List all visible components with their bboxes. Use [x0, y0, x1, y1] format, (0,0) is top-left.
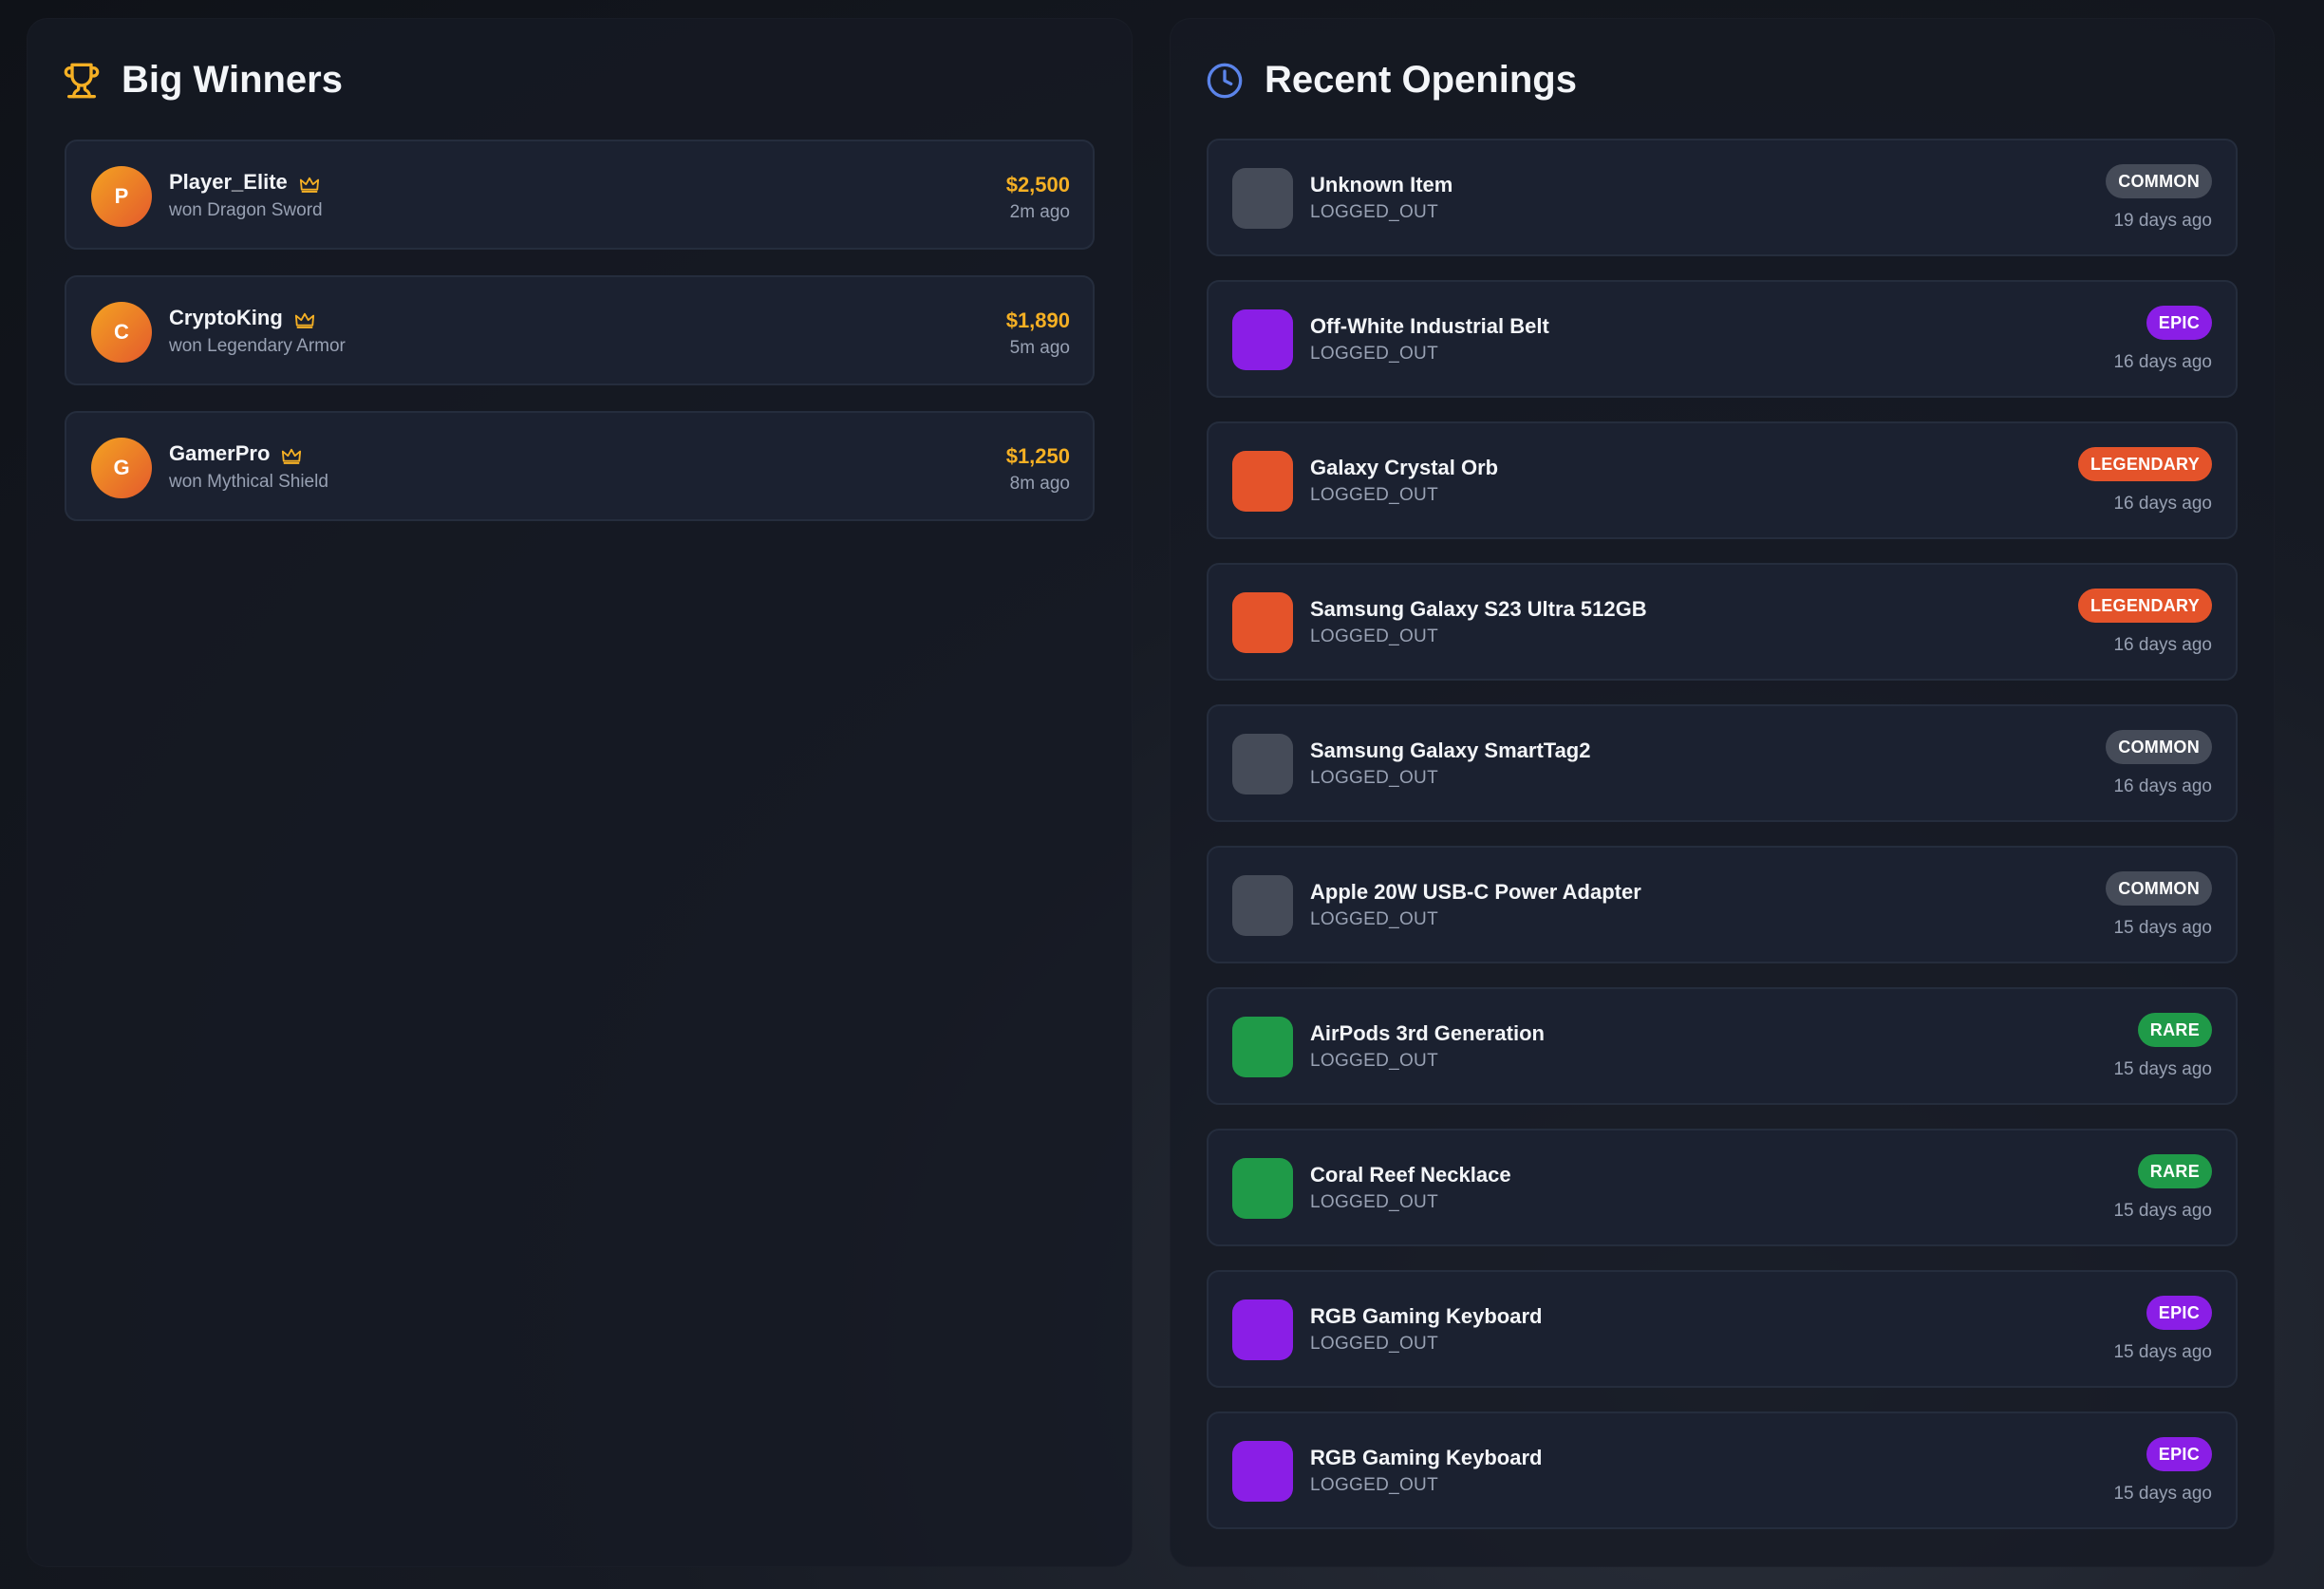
rarity-badge: COMMON [2106, 871, 2212, 906]
opening-time: 16 days ago [2113, 352, 2212, 372]
winner-amount: $1,250 [1005, 444, 1070, 468]
winner-name-row: GamerPro [169, 441, 302, 466]
item-name: Samsung Galaxy S23 Ultra 512GB [1310, 597, 1647, 621]
rarity-badge: EPIC [2146, 306, 2212, 340]
item-user: LOGGED_OUT [1310, 202, 1438, 222]
winner-prize: won Mythical Shield [169, 472, 328, 492]
winner-name: CryptoKing [169, 306, 283, 329]
rarity-badge: RARE [2137, 1154, 2212, 1188]
opening-row[interactable]: AirPods 3rd Generation LOGGED_OUT RARE 15 d… [1207, 987, 2238, 1105]
winner-name-row: Player_Elite [169, 170, 320, 195]
rarity-badge: EPIC [2146, 1296, 2212, 1330]
rarity-badge: COMMON [2106, 730, 2212, 764]
winner-row[interactable]: G GamerPro won Mythical Shield $1,250 8m ago [65, 411, 1095, 521]
recent-openings-panel: Recent Openings Unknown Item LOGGED_OUT CO… [1170, 18, 2275, 1567]
rarity-badge: EPIC [2146, 1437, 2212, 1471]
item-thumbnail [1232, 168, 1293, 229]
opening-time: 19 days ago [2113, 211, 2212, 231]
big-winners-header: Big Winners [63, 59, 343, 102]
winner-time: 5m ago [1009, 338, 1070, 358]
winner-amount: $2,500 [1005, 173, 1070, 196]
opening-time: 16 days ago [2113, 494, 2212, 514]
trophy-icon [64, 63, 100, 98]
opening-time: 15 days ago [2113, 918, 2212, 938]
rarity-badge: LEGENDARY [2077, 447, 2212, 481]
item-name: Samsung Galaxy SmartTag2 [1310, 738, 1591, 762]
item-name: RGB Gaming Keyboard [1310, 1304, 1543, 1328]
item-thumbnail [1232, 1017, 1293, 1077]
opening-time: 16 days ago [2113, 635, 2212, 655]
item-name: Galaxy Crystal Orb [1310, 456, 1499, 479]
item-thumbnail [1232, 734, 1293, 794]
item-user: LOGGED_OUT [1310, 1475, 1438, 1495]
item-thumbnail [1232, 451, 1293, 512]
opening-time: 15 days ago [2113, 1059, 2212, 1079]
item-user: LOGGED_OUT [1310, 344, 1438, 364]
opening-row[interactable]: Apple 20W USB-C Power Adapter LOGGED_OUT C… [1207, 846, 2238, 963]
item-thumbnail [1232, 1158, 1293, 1219]
crown-icon [299, 174, 320, 193]
item-thumbnail [1232, 309, 1293, 370]
rarity-badge: LEGENDARY [2077, 589, 2212, 623]
rarity-badge: RARE [2137, 1013, 2212, 1047]
opening-row[interactable]: Off-White Industrial Belt LOGGED_OUT EPIC 1… [1207, 280, 2238, 398]
item-name: Off-White Industrial Belt [1310, 314, 1549, 338]
avatar: C [91, 302, 152, 363]
opening-row[interactable]: RGB Gaming Keyboard LOGGED_OUT EPIC 15 days… [1207, 1270, 2238, 1388]
item-user: LOGGED_OUT [1310, 1334, 1438, 1354]
winner-prize: won Legendary Armor [169, 336, 346, 356]
rarity-badge: COMMON [2106, 164, 2212, 198]
item-user: LOGGED_OUT [1310, 485, 1438, 505]
recent-openings-header: Recent Openings [1206, 59, 1577, 102]
opening-time: 16 days ago [2113, 776, 2212, 796]
crown-icon [294, 309, 315, 328]
winner-time: 2m ago [1009, 202, 1070, 222]
item-thumbnail [1232, 1441, 1293, 1502]
big-winners-title: Big Winners [122, 59, 343, 101]
winner-name: Player_Elite [169, 170, 288, 194]
item-thumbnail [1232, 1299, 1293, 1360]
winner-name-row: CryptoKing [169, 306, 315, 330]
item-name: Unknown Item [1310, 173, 1453, 196]
item-user: LOGGED_OUT [1310, 909, 1438, 929]
winner-prize: won Dragon Sword [169, 200, 323, 220]
opening-row[interactable]: Samsung Galaxy SmartTag2 LOGGED_OUT COMMON… [1207, 704, 2238, 822]
winner-amount: $1,890 [1005, 308, 1070, 332]
item-thumbnail [1232, 592, 1293, 653]
item-name: RGB Gaming Keyboard [1310, 1446, 1543, 1469]
item-name: Apple 20W USB-C Power Adapter [1310, 880, 1641, 904]
opening-row[interactable]: Galaxy Crystal Orb LOGGED_OUT LEGENDARY 16 … [1207, 421, 2238, 539]
item-user: LOGGED_OUT [1310, 768, 1438, 788]
opening-time: 15 days ago [2113, 1201, 2212, 1221]
opening-time: 15 days ago [2113, 1484, 2212, 1504]
opening-row[interactable]: Unknown Item LOGGED_OUT COMMON 19 days ago [1207, 139, 2238, 256]
item-user: LOGGED_OUT [1310, 1051, 1438, 1071]
opening-row[interactable]: Coral Reef Necklace LOGGED_OUT RARE 15 days… [1207, 1129, 2238, 1246]
crown-icon [281, 445, 302, 464]
item-name: Coral Reef Necklace [1310, 1163, 1511, 1187]
clock-icon [1207, 63, 1243, 98]
item-user: LOGGED_OUT [1310, 1192, 1438, 1212]
recent-openings-title: Recent Openings [1265, 59, 1577, 101]
item-thumbnail [1232, 875, 1293, 936]
winner-time: 8m ago [1009, 474, 1070, 494]
opening-row[interactable]: Samsung Galaxy S23 Ultra 512GB LOGGED_OUT… [1207, 563, 2238, 681]
opening-row[interactable]: RGB Gaming Keyboard LOGGED_OUT EPIC 15 days… [1207, 1411, 2238, 1529]
winner-name: GamerPro [169, 441, 271, 465]
winner-row[interactable]: C CryptoKing won Legendary Armor $1,890 5m a… [65, 275, 1095, 385]
winner-row[interactable]: P Player_Elitewon Dragon Sword $2,500 2m ag… [65, 140, 1095, 250]
item-user: LOGGED_OUT [1310, 626, 1438, 646]
big-winners-panel: Big Winners P Player_Elitewon Dragon Swor… [27, 18, 1133, 1567]
opening-time: 15 days ago [2113, 1342, 2212, 1362]
avatar: G [91, 438, 152, 498]
item-name: AirPods 3rd Generation [1310, 1021, 1545, 1045]
avatar: P [91, 166, 152, 227]
